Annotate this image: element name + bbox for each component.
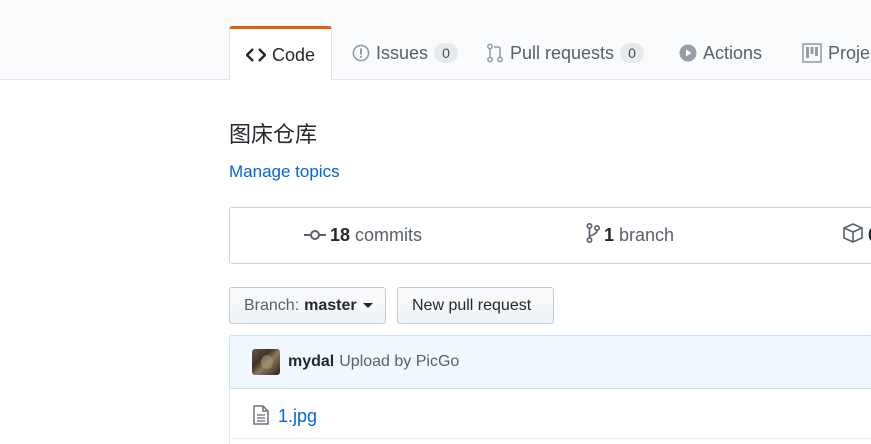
code-icon (246, 47, 266, 63)
branch-name: master (304, 296, 357, 314)
branches-link[interactable]: 1 branch (586, 208, 674, 263)
commits-link[interactable]: 18 commits (304, 208, 422, 263)
packages-link[interactable]: 0 (842, 208, 871, 263)
latest-commit-bar: mydal Upload by PicGo (229, 335, 871, 389)
file-name-link[interactable]: 1.jpg (278, 406, 317, 427)
tab-code-label: Code (272, 44, 316, 65)
new-pull-request-label: New pull request (412, 296, 532, 314)
tab-actions[interactable]: Actions (679, 26, 762, 80)
manage-topics-link[interactable]: Manage topics (229, 162, 340, 182)
play-icon (679, 44, 697, 62)
commit-author[interactable]: mydal (288, 353, 334, 371)
project-icon (802, 43, 822, 63)
numbers-summary: 18 commits 1 branch 0 (229, 207, 871, 264)
branch-select-button[interactable]: Branch: master (229, 287, 386, 324)
issue-icon (352, 44, 370, 62)
repo-description: 图床仓库 (229, 123, 318, 148)
new-pull-request-button[interactable]: New pull request (397, 287, 554, 324)
pull-request-icon (486, 43, 504, 63)
tab-code[interactable]: Code (229, 26, 333, 81)
commits-label: commits (355, 225, 423, 245)
tab-issues-label: Issues (376, 42, 429, 63)
row-divider (229, 438, 871, 439)
package-icon (842, 223, 864, 248)
repo-tab-bar: Code Issues 0 Pull requests 0 Actions Pr… (0, 0, 871, 81)
caret-down-icon (362, 303, 373, 308)
tab-issues[interactable]: Issues 0 (352, 26, 459, 80)
file-icon (252, 404, 270, 428)
avatar[interactable] (252, 349, 280, 375)
tab-actions-label: Actions (703, 42, 763, 63)
branch-count: 1 (604, 225, 615, 245)
commit-icon (304, 225, 326, 246)
tab-projects-label: Proje (828, 42, 871, 63)
tab-pull-requests[interactable]: Pull requests 0 (486, 26, 645, 80)
branch-icon (586, 222, 601, 248)
pull-requests-counter: 0 (620, 43, 645, 63)
commits-count: 18 (330, 225, 351, 245)
tab-projects[interactable]: Proje (802, 26, 870, 80)
tab-pull-requests-label: Pull requests (510, 42, 615, 63)
branch-label: branch (619, 225, 675, 245)
issues-counter: 0 (434, 43, 459, 63)
file-row[interactable]: 1.jpg (229, 388, 871, 444)
branch-prefix: Branch: (244, 296, 300, 314)
commit-message[interactable]: Upload by PicGo (339, 353, 459, 371)
